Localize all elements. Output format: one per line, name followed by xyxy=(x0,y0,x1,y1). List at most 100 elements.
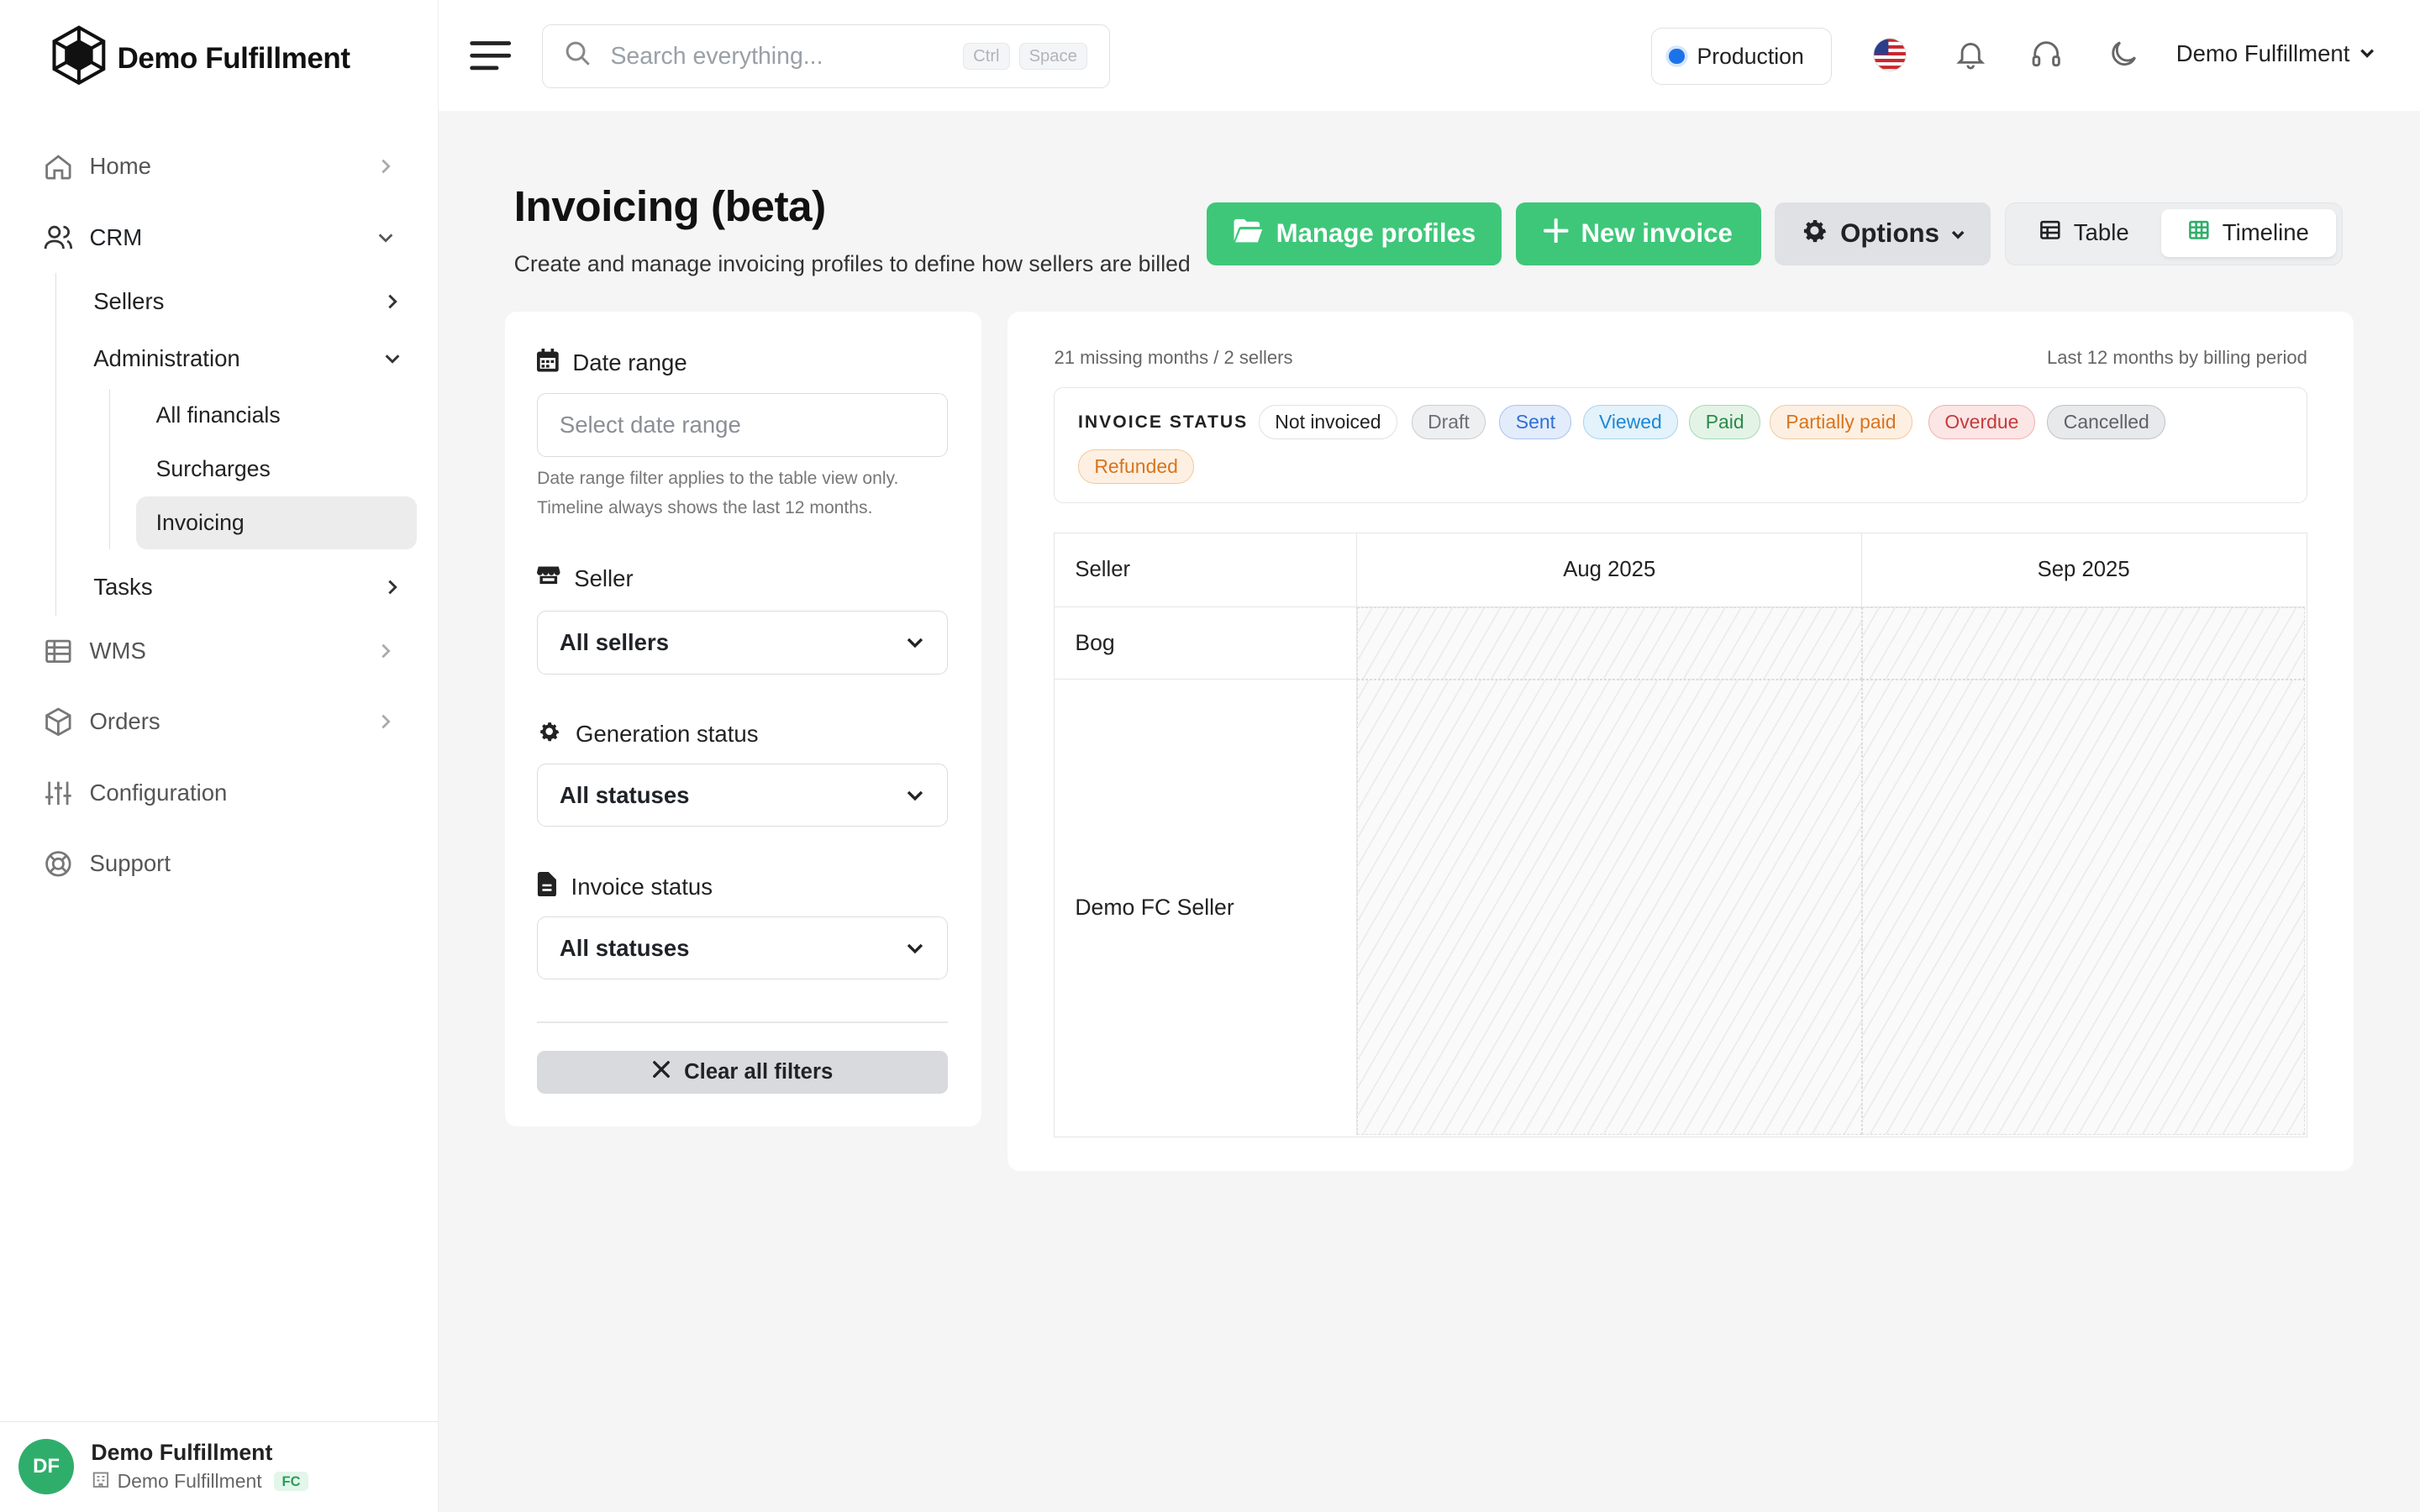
support-button[interactable] xyxy=(2029,37,2063,77)
environment-dot-icon xyxy=(1669,48,1685,65)
sidebar-item-surcharges[interactable]: Surcharges xyxy=(136,443,417,495)
search-placeholder: Search everything... xyxy=(610,42,823,70)
options-label: Options xyxy=(1840,218,1939,249)
status-chip-not-invoiced[interactable]: Not invoiced xyxy=(1258,405,1397,439)
seller-label-text: Seller xyxy=(574,564,634,591)
status-chip-viewed[interactable]: Viewed xyxy=(1582,405,1679,439)
theme-toggle-button[interactable] xyxy=(2107,37,2140,77)
nav-label: Support xyxy=(89,850,171,877)
new-invoice-button[interactable]: New invoice xyxy=(1515,202,1761,265)
view-table-label: Table xyxy=(2073,219,2129,246)
seller-row-label[interactable]: Bog xyxy=(1055,606,1358,680)
status-chip-partially-paid[interactable]: Partially paid xyxy=(1769,405,1912,439)
user-menu-label: Demo Fulfillment xyxy=(2175,39,2350,66)
kbd-space: Space xyxy=(1018,42,1087,71)
search-input[interactable]: Search everything... Ctrl Space xyxy=(541,24,1110,88)
column-header-month: Sep 2025 xyxy=(1862,533,2306,607)
us-flag-icon xyxy=(1872,37,1907,79)
sidebar-item-all-financials[interactable]: All financials xyxy=(136,389,417,441)
moon-icon xyxy=(2107,37,2140,77)
account-footer[interactable]: DF Demo Fulfillment Demo Fulfillment FC xyxy=(0,1420,439,1512)
status-chip-refunded[interactable]: Refunded xyxy=(1078,449,1195,484)
generation-status-label: Generation status xyxy=(537,719,759,749)
sub-label: Administration xyxy=(93,345,240,371)
logo-icon xyxy=(50,24,108,92)
close-icon xyxy=(652,1060,671,1084)
users-icon xyxy=(43,222,74,253)
menu-toggle-button[interactable] xyxy=(469,39,512,79)
clear-filters-button[interactable]: Clear all filters xyxy=(537,1050,948,1095)
status-chip-cancelled[interactable]: Cancelled xyxy=(2047,405,2166,439)
timeline-cell-not-invoiced[interactable] xyxy=(1357,680,1863,1135)
invoice-status-select[interactable]: All statuses xyxy=(537,916,948,980)
user-menu[interactable]: Demo Fulfillment xyxy=(2176,40,2376,67)
nav-item-configuration[interactable]: Configuration xyxy=(0,758,439,828)
kbd-ctrl: Ctrl xyxy=(963,42,1010,71)
chevron-down-icon xyxy=(376,228,395,247)
timeline-cell-not-invoiced[interactable] xyxy=(1357,606,1863,680)
table-icon xyxy=(2039,219,2061,247)
invoice-status-label: Invoice status xyxy=(537,871,713,902)
date-range-help: Date range filter applies to the table v… xyxy=(537,468,899,517)
chevron-down-icon xyxy=(905,785,925,806)
view-timeline-button[interactable]: Timeline xyxy=(2161,208,2336,257)
crm-submenu: Sellers Administration All financials Su… xyxy=(55,273,439,616)
topbar: Search everything... Ctrl Space Producti… xyxy=(438,0,2420,112)
sidebar-item-tasks[interactable]: Tasks xyxy=(56,559,439,616)
nav-item-support[interactable]: Support xyxy=(0,828,439,899)
nav-item-orders[interactable]: Orders xyxy=(0,686,439,757)
timeline-cell-not-invoiced[interactable] xyxy=(1862,606,2306,680)
nav-label: Configuration xyxy=(89,779,228,806)
chevron-right-icon xyxy=(383,292,402,311)
sidebar-item-administration[interactable]: Administration xyxy=(56,330,439,387)
file-icon xyxy=(537,871,557,902)
invoice-status-legend: INVOICE STATUS Not invoiced Draft Sent V… xyxy=(1054,386,2307,503)
options-button[interactable]: Options xyxy=(1775,202,1991,265)
status-chip-draft[interactable]: Draft xyxy=(1411,405,1486,439)
status-chip-overdue[interactable]: Overdue xyxy=(1928,405,2035,439)
divider xyxy=(537,1021,948,1023)
building-icon xyxy=(91,1469,111,1494)
nav-item-wms[interactable]: WMS xyxy=(0,616,439,686)
page-title: Invoicing (beta) xyxy=(513,181,827,230)
generation-status-select[interactable]: All statuses xyxy=(537,764,948,827)
sliders-icon xyxy=(43,778,74,809)
timeline-period-note: Last 12 months by billing period xyxy=(2047,347,2307,369)
notifications-button[interactable] xyxy=(1954,37,1987,77)
manage-profiles-button[interactable]: Manage profiles xyxy=(1207,202,1502,265)
main-nav: Home CRM Sellers Administration All fina… xyxy=(0,131,439,900)
sidebar-item-sellers[interactable]: Sellers xyxy=(56,273,439,330)
timeline-summary: 21 missing months / 2 sellers xyxy=(1054,347,1293,369)
view-table-button[interactable]: Table xyxy=(2013,209,2155,257)
account-org: Demo Fulfillment FC xyxy=(91,1469,308,1494)
administration-submenu: All financials Surcharges Invoicing xyxy=(108,388,439,549)
gear-icon xyxy=(1800,216,1829,252)
environment-switcher[interactable]: Production xyxy=(1651,28,1833,85)
calendar-icon xyxy=(537,349,559,378)
seller-row-label[interactable]: Demo FC Seller xyxy=(1055,680,1358,1135)
status-chip-sent[interactable]: Sent xyxy=(1499,405,1572,439)
column-header-seller: Seller xyxy=(1055,533,1358,607)
org-badge: FC xyxy=(274,1471,308,1492)
timeline-cell-not-invoiced[interactable] xyxy=(1862,680,2306,1135)
generation-status-label-text: Generation status xyxy=(576,721,759,748)
view-toggle: Table Timeline xyxy=(2004,202,2344,265)
nav-label: WMS xyxy=(89,637,146,664)
language-flag-button[interactable] xyxy=(1872,37,1907,79)
plus-icon xyxy=(1544,218,1569,249)
nav-label: Home xyxy=(89,153,151,180)
hamburger-icon xyxy=(469,41,512,78)
home-icon xyxy=(43,151,74,182)
chevron-down-icon xyxy=(2359,40,2375,67)
status-chip-paid[interactable]: Paid xyxy=(1689,405,1760,439)
clear-filters-label: Clear all filters xyxy=(684,1059,834,1084)
seller-label: Seller xyxy=(537,564,634,592)
seller-select[interactable]: All sellers xyxy=(537,611,948,675)
nav-item-home[interactable]: Home xyxy=(0,131,439,202)
nav-item-crm[interactable]: CRM xyxy=(0,202,439,273)
invoice-status-value: All statuses xyxy=(559,934,690,961)
timeline-grid: Seller Aug 2025 Sep 2025 Bog Demo FC Sel… xyxy=(1054,532,2307,1137)
brand-logo[interactable]: Demo Fulfillment xyxy=(50,24,350,92)
sidebar-item-invoicing[interactable]: Invoicing xyxy=(135,496,417,549)
date-range-input[interactable]: Select date range xyxy=(537,393,948,457)
